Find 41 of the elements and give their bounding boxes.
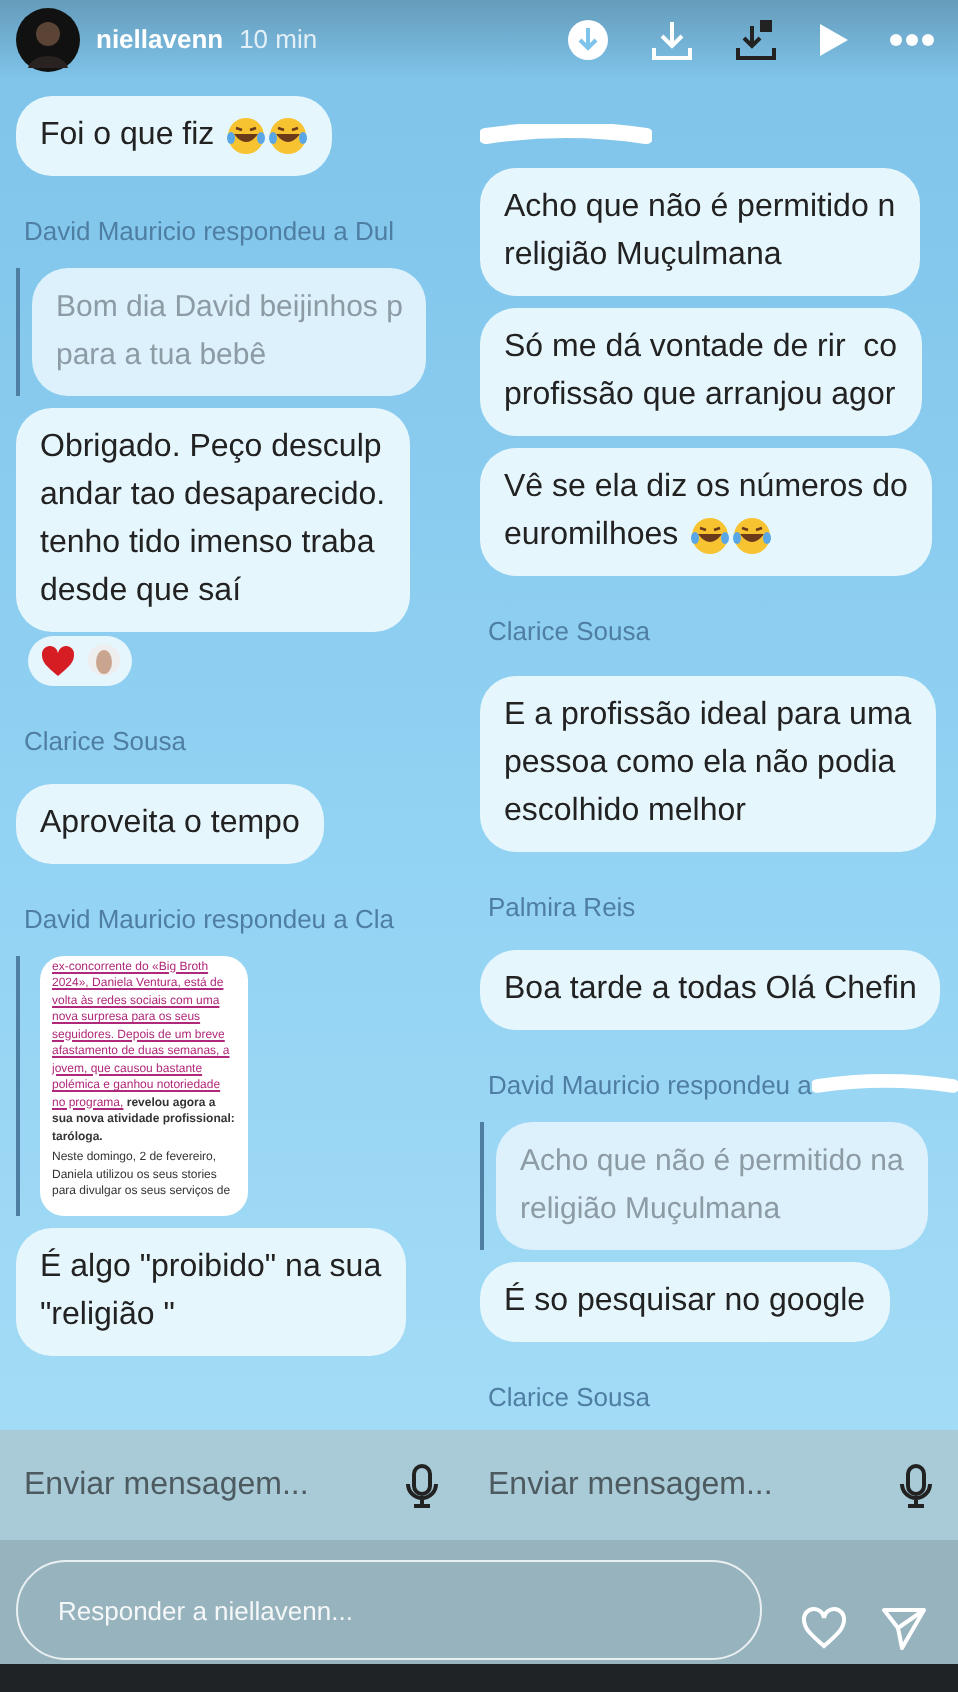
sender-name: Clarice Sousa [488,1379,650,1415]
message-text: Vê se ela diz os números do [504,468,908,508]
message-text: Só me dá vontade de rir co profissão que arranjou agor [504,328,898,416]
message-text: Foi o que fiz [40,116,215,156]
laughing-emoji-icon [226,116,267,156]
microphone-icon[interactable] [404,1463,440,1507]
avatar-icon [88,644,120,676]
message-text: Obrigado. Peço desculp andar tao desaparecido. tenho tido imenso traba desde que saí [40,427,386,611]
reply-field[interactable]: Responder a niellavenn... [16,1560,762,1660]
heart-icon [40,643,76,677]
message-field[interactable]: Enviar mensagem... [464,1430,874,1540]
sender-name: Palmira Reis [488,889,636,925]
sender-name: David Mauricio respondeu a [488,1068,812,1104]
laughing-emoji-icon [268,116,309,156]
article-screenshot[interactable] [40,955,248,1215]
download-icon[interactable] [566,18,610,62]
message-text: E a profissão ideal para uma pessoa como ela não podia escolhido melhor [504,695,912,831]
message-text: euromilhoes [504,516,679,556]
sender-name: Clarice Sousa [24,723,186,759]
reaction-pill[interactable] [28,635,132,685]
save-icon[interactable] [734,18,778,62]
quoted-message: Bom dia David beijinhos p para a tua bebê [32,267,427,395]
download-icon[interactable] [650,18,694,62]
sender-name: David Mauricio respondeu a Cla [24,902,394,938]
message-text: Boa tarde a todas Olá Chefin [504,970,917,1010]
profile-avatar[interactable] [16,8,80,72]
sender-name: Clarice Sousa [488,614,650,650]
message-field[interactable]: Enviar mensagem... [0,1430,380,1540]
microphone-icon[interactable] [898,1463,934,1507]
play-icon[interactable] [818,22,850,58]
message-text: É so pesquisar no google [504,1280,866,1321]
username[interactable]: niellavenn [96,20,224,60]
message-text: Aproveita o tempo [40,804,300,844]
sender-name: David Mauricio respondeu a Dul [24,214,394,250]
post-time: 10 min [239,22,318,59]
quoted-message: Acho que não é permitido na religião Muçulmana [496,1121,928,1249]
laughing-emoji-icon [732,516,773,556]
message-text: É algo "proibido" na sua "religião " [40,1246,382,1335]
message-text: Acho que não é permitido n religião Muçulmana [504,188,896,276]
more-icon[interactable] [890,34,934,46]
laughing-emoji-icon [690,516,731,556]
